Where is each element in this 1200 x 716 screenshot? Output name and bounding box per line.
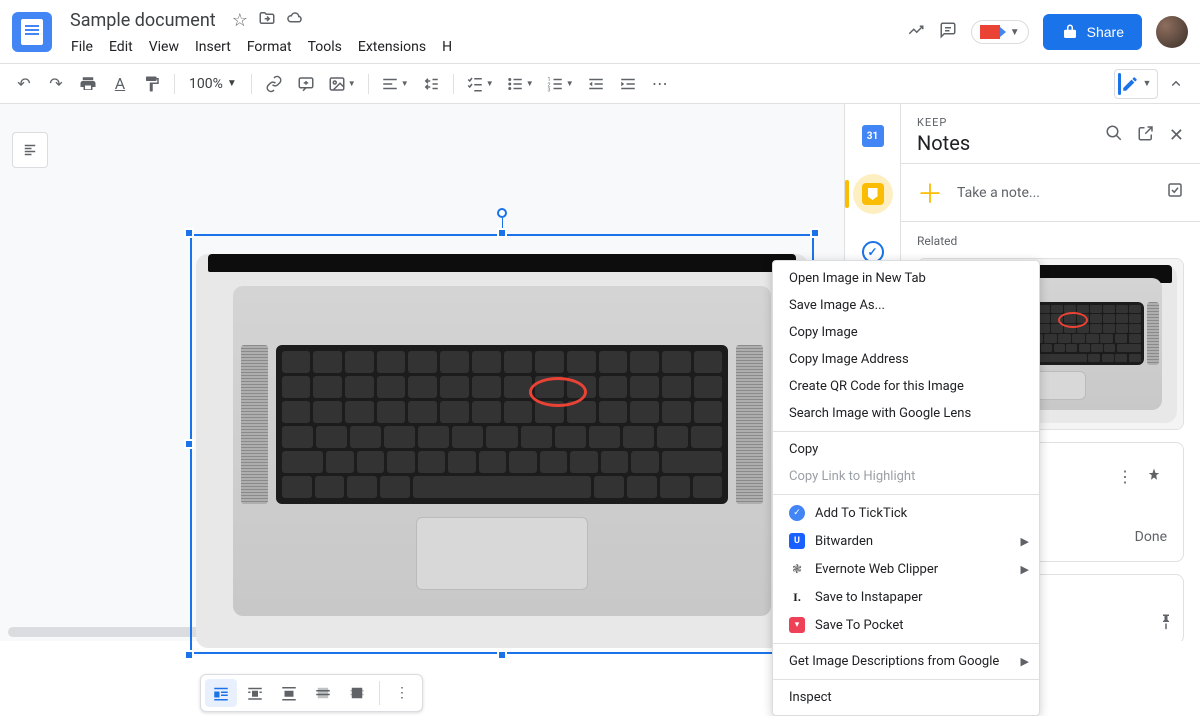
rotate-handle[interactable] — [497, 208, 507, 218]
add-comment-button[interactable] — [292, 70, 320, 98]
context-menu: Open Image in New TabSave Image As...Cop… — [772, 260, 1040, 716]
tick-icon: ✓ — [789, 505, 805, 521]
toolbar: ↶ ↷ A 100% ▼ ▼ ▼ ▼ ▼ 123 ▼ — [0, 64, 1200, 104]
image-more-button[interactable]: ⋮ — [386, 679, 418, 707]
document-title[interactable]: Sample document — [64, 8, 222, 33]
search-icon[interactable] — [1105, 124, 1123, 147]
wrap-text-button[interactable] — [239, 679, 271, 707]
ctx-get-image-descriptions-from-google[interactable]: Get Image Descriptions from Google▶ — [773, 648, 1039, 675]
ctx-save-to-pocket[interactable]: ▾Save To Pocket — [773, 611, 1039, 639]
docs-logo[interactable] — [12, 12, 52, 52]
avatar[interactable] — [1156, 16, 1188, 48]
share-label: Share — [1087, 24, 1124, 40]
keep-tab[interactable] — [853, 174, 893, 214]
ctx-copy-link-to-highlight: Copy Link to Highlight — [773, 463, 1039, 490]
decrease-indent-button[interactable] — [582, 70, 610, 98]
trend-icon[interactable] — [907, 20, 925, 44]
take-note-row[interactable]: ＋ Take a note... — [901, 163, 1200, 222]
app-header: Sample document ☆ FileEditViewInsertForm… — [0, 0, 1200, 64]
resize-handle-t[interactable] — [497, 228, 507, 238]
ctx-copy-image-address[interactable]: Copy Image Address — [773, 346, 1039, 373]
menu-tools[interactable]: Tools — [301, 35, 349, 59]
title-area: Sample document ☆ FileEditViewInsertForm… — [64, 8, 907, 59]
chevron-right-icon: ▶ — [1021, 655, 1029, 668]
plus-icon[interactable]: ＋ — [917, 174, 943, 211]
chevron-right-icon: ▶ — [1021, 563, 1029, 576]
image-options-toolbar: ⋮ — [200, 674, 423, 712]
related-label: Related — [917, 234, 1184, 248]
checklist-button[interactable]: ▼ — [462, 70, 498, 98]
numbered-list-button[interactable]: 123 ▼ — [542, 70, 578, 98]
more-button[interactable]: ⋯ — [646, 70, 674, 98]
ip-icon: I. — [789, 589, 805, 605]
outline-toggle[interactable] — [12, 132, 48, 168]
wrap-front-button[interactable] — [341, 679, 373, 707]
print-button[interactable] — [74, 70, 102, 98]
bulleted-list-button[interactable]: ▼ — [502, 70, 538, 98]
ctx-copy[interactable]: Copy — [773, 436, 1039, 463]
link-button[interactable] — [260, 70, 288, 98]
wrap-behind-button[interactable] — [307, 679, 339, 707]
open-external-icon[interactable] — [1137, 124, 1155, 147]
calendar-tab[interactable] — [853, 116, 893, 156]
keep-subtitle: KEEP — [917, 116, 1105, 129]
take-note-placeholder: Take a note... — [957, 185, 1152, 201]
ev-icon: ❃ — [789, 561, 805, 577]
note-pin-icon[interactable] — [1145, 467, 1163, 489]
comment-icon[interactable] — [939, 20, 957, 44]
chevron-right-icon: ▶ — [1021, 535, 1029, 548]
close-icon[interactable]: ✕ — [1169, 125, 1184, 146]
menu-h[interactable]: H — [435, 35, 459, 59]
meet-button[interactable]: ▼ — [971, 20, 1029, 44]
share-button[interactable]: Share — [1043, 14, 1142, 50]
line-spacing-button[interactable] — [417, 70, 445, 98]
image-button[interactable]: ▼ — [324, 70, 360, 98]
selected-image[interactable] — [190, 234, 814, 654]
resize-handle-tr[interactable] — [810, 228, 820, 238]
ctx-open-image-in-new-tab[interactable]: Open Image in New Tab — [773, 265, 1039, 292]
menu-edit[interactable]: Edit — [102, 35, 140, 59]
wrap-inline-button[interactable] — [205, 679, 237, 707]
menu-bar: FileEditViewInsertFormatToolsExtensionsH — [64, 35, 907, 59]
ctx-copy-image[interactable]: Copy Image — [773, 319, 1039, 346]
align-button[interactable]: ▼ — [377, 70, 413, 98]
menu-extensions[interactable]: Extensions — [351, 35, 433, 59]
resize-handle-tl[interactable] — [184, 228, 194, 238]
resize-handle-b[interactable] — [497, 650, 507, 660]
wrap-break-button[interactable] — [273, 679, 305, 707]
menu-view[interactable]: View — [142, 35, 186, 59]
resize-handle-l[interactable] — [184, 439, 194, 449]
ctx-inspect[interactable]: Inspect — [773, 684, 1039, 711]
new-list-icon[interactable] — [1166, 181, 1184, 204]
collapse-panel-button[interactable] — [1162, 70, 1190, 98]
ctx-save-to-instapaper[interactable]: I.Save to Instapaper — [773, 583, 1039, 611]
menu-insert[interactable]: Insert — [188, 35, 238, 59]
ctx-search-image-with-google-lens[interactable]: Search Image with Google Lens — [773, 400, 1039, 427]
star-icon[interactable]: ☆ — [232, 10, 248, 31]
ctx-save-image-as-[interactable]: Save Image As... — [773, 292, 1039, 319]
undo-button[interactable]: ↶ — [10, 70, 38, 98]
redo-button[interactable]: ↷ — [42, 70, 70, 98]
cloud-status-icon[interactable] — [286, 9, 304, 32]
paint-format-button[interactable] — [138, 70, 166, 98]
spellcheck-button[interactable]: A — [106, 70, 134, 98]
move-icon[interactable] — [258, 9, 276, 32]
ctx-add-to-ticktick[interactable]: ✓Add To TickTick — [773, 499, 1039, 527]
ctx-bitwarden[interactable]: UBitwarden▶ — [773, 527, 1039, 555]
ctx-evernote-web-clipper[interactable]: ❃Evernote Web Clipper▶ — [773, 555, 1039, 583]
pk-icon: ▾ — [789, 617, 805, 633]
ctx-create-qr-code-for-this-image[interactable]: Create QR Code for this Image — [773, 373, 1039, 400]
zoom-select[interactable]: 100% ▼ — [183, 72, 243, 96]
menu-file[interactable]: File — [64, 35, 100, 59]
pin-icon[interactable] — [1157, 613, 1175, 635]
note-more-icon[interactable]: ⋮ — [1117, 467, 1133, 489]
menu-format[interactable]: Format — [240, 35, 299, 59]
editing-mode-button[interactable]: ▼ — [1114, 69, 1158, 99]
resize-handle-bl[interactable] — [184, 650, 194, 660]
increase-indent-button[interactable] — [614, 70, 642, 98]
keep-title: Notes — [917, 131, 1105, 155]
svg-text:3: 3 — [547, 87, 550, 93]
bw-icon: U — [789, 533, 805, 549]
